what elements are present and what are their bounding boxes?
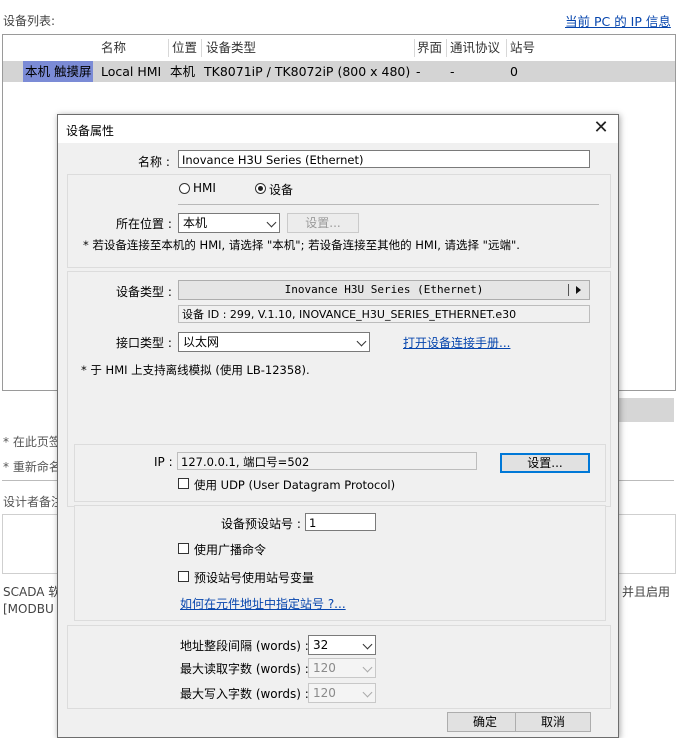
max-read-value: 120: [313, 661, 336, 675]
location-note: * 若设备连接至本机的 HMI, 请选择 "本机"; 若设备连接至其他的 HMI…: [83, 238, 520, 252]
row-station: 0: [510, 64, 518, 79]
chevron-down-icon: [362, 662, 373, 673]
ip-group: IP : 127.0.0.1, 端口号=502 设置... 使用 UDP (Us…: [74, 444, 606, 502]
offline-simulation-note: * 于 HMI 上支持离线模拟 (使用 LB-12358).: [81, 363, 310, 377]
location-settings-button[interactable]: 设置...: [287, 213, 359, 233]
row-location: 本机: [170, 64, 196, 79]
row-interface: -: [416, 64, 421, 79]
chevron-down-icon: [266, 217, 277, 228]
radio-device[interactable]: [255, 183, 266, 194]
location-select[interactable]: 本机: [178, 213, 280, 233]
chevron-down-icon: [356, 336, 367, 347]
device-type-label: 设备类型 :: [116, 285, 172, 299]
col-header-location[interactable]: 位置: [172, 37, 197, 59]
designer-notes-label: 设计者备注: [3, 495, 64, 509]
background-note-1: * 在此页签: [3, 435, 61, 449]
row-selected-name: 本机 触摸屏: [23, 61, 94, 82]
udp-checkbox[interactable]: [178, 478, 189, 489]
chevron-down-icon: [362, 639, 373, 650]
radio-device-label: 设备: [269, 183, 294, 197]
col-header-device-type[interactable]: 设备类型: [206, 37, 256, 59]
dialog-titlebar[interactable]: 设备属性 ✕: [58, 115, 618, 143]
background-note-2: * 重新命名: [3, 460, 61, 474]
col-separator: [201, 39, 202, 57]
station-variable-label: 预设站号使用站号变量: [194, 571, 315, 585]
close-icon[interactable]: ✕: [590, 118, 612, 140]
arrow-right-icon: [576, 286, 581, 294]
max-write-value: 120: [313, 686, 336, 700]
interface-type-select[interactable]: 以太网: [178, 332, 370, 352]
pc-ip-info-link[interactable]: 当前 PC 的 IP 信息: [565, 11, 671, 30]
radio-hmi-label: HMI: [193, 181, 216, 195]
max-write-select[interactable]: 120: [308, 683, 376, 703]
device-list-label: 设备列表:: [3, 14, 56, 28]
broadcast-label: 使用广播命令: [194, 543, 267, 557]
location-select-value: 本机: [183, 216, 208, 230]
broadcast-checkbox[interactable]: [178, 543, 189, 554]
device-id-field: 设备 ID : 299, V.1.10, INOVANCE_H3U_SERIES…: [178, 305, 590, 323]
col-header-name[interactable]: 名称: [101, 37, 126, 59]
name-input[interactable]: Inovance H3U Series (Ethernet): [178, 150, 590, 168]
location-label: 所在位置 :: [116, 217, 172, 231]
col-header-interface[interactable]: 界面: [417, 37, 442, 59]
modbus-text: [MODBU: [3, 602, 54, 616]
max-read-label: 最大读取字数 (words) :: [180, 662, 309, 676]
udp-label: 使用 UDP (User Datagram Protocol): [194, 478, 396, 492]
row-name: Local HMI: [101, 64, 162, 79]
address-interval-select[interactable]: 32: [308, 635, 376, 655]
device-type-value: Inovance H3U Series (Ethernet): [284, 283, 484, 296]
address-interval-value: 32: [313, 638, 329, 652]
row-device-type: TK8071iP / TK8072iP (800 x 480): [204, 64, 411, 79]
chevron-down-icon: [362, 687, 373, 698]
interface-type-value: 以太网: [183, 335, 220, 349]
max-read-select[interactable]: 120: [308, 658, 376, 678]
word-settings-group: 地址整段间隔 (words) : 32 最大读取字数 (words) : 120…: [67, 625, 611, 709]
enable-text: 并且启用: [622, 585, 671, 599]
ok-button[interactable]: 确定: [447, 712, 523, 732]
interface-type-label: 接口类型 :: [116, 336, 172, 350]
separator: [568, 284, 569, 296]
name-label: 名称 :: [138, 155, 170, 169]
ip-label: IP :: [154, 455, 173, 469]
address-interval-label: 地址整段间隔 (words) :: [180, 639, 309, 653]
open-manual-link[interactable]: 打开设备连接手册...: [403, 334, 510, 351]
col-separator: [506, 39, 507, 57]
cancel-button[interactable]: 取消: [515, 712, 591, 732]
table-row[interactable]: 本机 触摸屏 Local HMI 本机 TK8071iP / TK8072iP …: [3, 61, 675, 82]
ip-field: 127.0.0.1, 端口号=502: [177, 452, 477, 470]
ip-settings-button[interactable]: 设置...: [500, 453, 590, 473]
background-toolbar-strip: [618, 398, 674, 422]
default-station-input[interactable]: 1: [305, 513, 376, 531]
location-group: HMI 设备 所在位置 : 本机 设置... * 若设备连接至本机的 HMI, …: [67, 174, 611, 268]
col-header-station[interactable]: 站号: [510, 37, 535, 59]
col-header-protocol[interactable]: 通讯协议: [450, 37, 500, 59]
col-separator: [168, 39, 169, 57]
radio-hmi[interactable]: [179, 183, 190, 194]
station-variable-checkbox[interactable]: [178, 571, 189, 582]
max-write-label: 最大写入字数 (words) :: [180, 687, 309, 701]
station-group: 设备预设站号 : 1 使用广播命令 预设站号使用站号变量 如何在元件地址中指定站…: [74, 505, 606, 621]
separator: [178, 204, 599, 205]
col-separator: [414, 39, 415, 57]
dialog-title: 设备属性: [66, 124, 115, 138]
device-type-selector[interactable]: Inovance H3U Series (Ethernet): [178, 280, 590, 300]
row-protocol: -: [450, 64, 455, 79]
device-properties-dialog: 设备属性 ✕ 名称 : Inovance H3U Series (Etherne…: [57, 114, 619, 738]
default-station-label: 设备预设站号 :: [221, 517, 301, 531]
col-separator: [446, 39, 447, 57]
station-address-help-link[interactable]: 如何在元件地址中指定站号 ?...: [180, 595, 346, 612]
scada-text: SCADA 软: [3, 585, 61, 599]
